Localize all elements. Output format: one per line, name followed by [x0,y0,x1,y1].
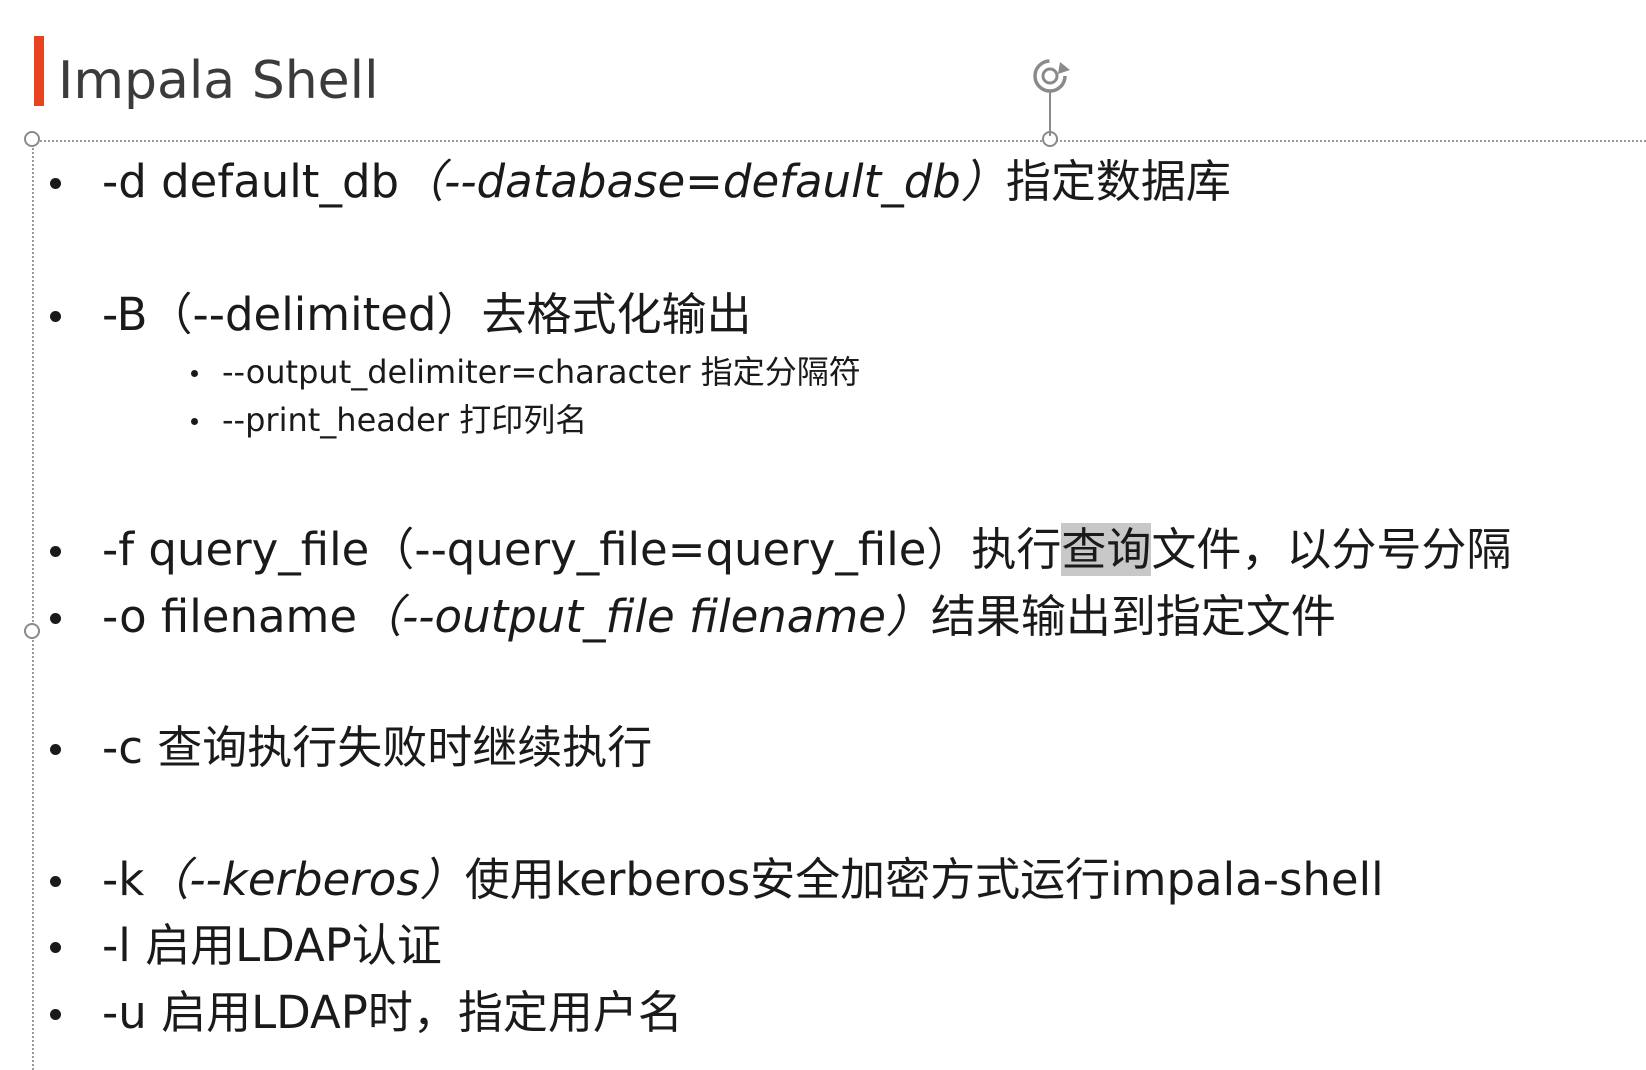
bullet-dot [50,942,61,953]
title-accent-bar [34,36,44,106]
resize-handle-middle-left[interactable] [24,623,40,639]
option-description: 启用LDAP时，指定用户名 [161,986,683,1039]
option-description: 启用LDAP认证 [145,919,442,972]
bullet-dot [50,876,61,887]
option-flag: -d default_db [102,155,400,208]
text-selection-highlight[interactable]: 查询 [1061,523,1152,576]
option-long-form: （--query_file=query_file） [369,523,972,576]
bullet-dot [50,546,61,557]
option-description: 查询执行失败时继续执行 [157,721,653,774]
option-description: 执行 [971,523,1062,576]
option-flag: -f query_file [102,523,370,576]
option-flag: -u [102,986,147,1039]
option-flag: -c [102,721,143,774]
sub-bullet-dot [191,418,198,425]
bullet-dot [50,613,61,624]
option-description: 使用kerberos安全加密方式运行impala-shell [464,853,1384,906]
option-flag: -l [102,919,131,972]
option-description: 去格式化输出 [481,288,752,341]
textbox-frame-left [32,140,34,1070]
resize-handle-top-left[interactable] [24,131,40,147]
bullet-dot [50,311,61,322]
option-long-form: （--delimited） [147,288,482,341]
sub-bullet-dot [191,370,198,377]
option-flag: -o filename [102,590,358,643]
option-long-form: （--kerberos） [144,853,465,906]
option-long-form: （--database=default_db） [399,155,1006,208]
rotate-handle-icon[interactable] [1026,52,1076,100]
option-flag: -B [102,288,148,341]
bullet-dot [50,178,61,189]
textbox-frame-top [32,140,1646,142]
slide-title[interactable]: Impala Shell [58,46,379,116]
bullet-dot [50,1009,61,1020]
option-description: 指定数据库 [1005,155,1231,208]
option-description: 结果输出到指定文件 [930,590,1336,643]
sub-option-text: --output_delimiter=character 指定分隔符 [222,353,861,391]
option-long-form: （--output_file filename） [357,590,931,643]
option-description-rest: 文件，以分号分隔 [1151,523,1512,576]
option-flag: -k [102,853,145,906]
bullet-dot [50,744,61,755]
sub-option-text: --print_header 打印列名 [222,401,588,439]
